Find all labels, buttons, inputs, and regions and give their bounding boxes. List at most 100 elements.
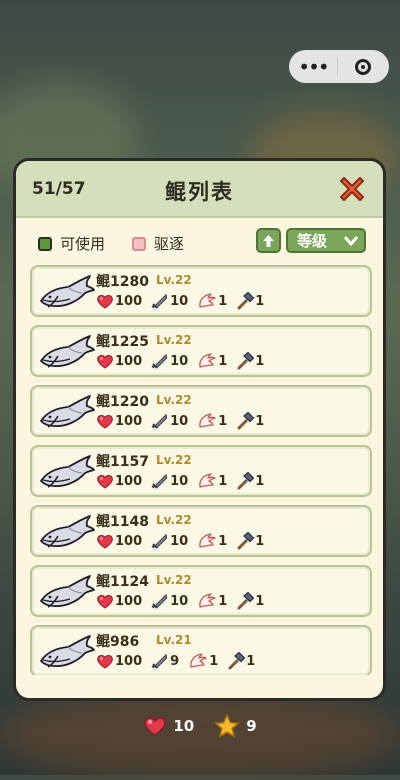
- close-icon: [340, 177, 364, 201]
- whale-stats: 100 9 1 1: [96, 652, 264, 670]
- whale-icon: [40, 635, 95, 668]
- whale-name: 鲲1225: [96, 334, 149, 350]
- speed-value: 1: [218, 593, 228, 609]
- whale-icon: [40, 275, 95, 308]
- hp-value: 100: [115, 353, 143, 369]
- speed-stat: 1: [197, 292, 227, 310]
- whale-card[interactable]: 鲲1148 Lv.22 100 10 1 1: [30, 505, 372, 557]
- attack-stat: 10: [151, 472, 188, 490]
- sword-icon: [151, 593, 168, 609]
- speed-stat: 1: [197, 592, 227, 610]
- sort-dropdown[interactable]: 等级: [286, 228, 366, 253]
- hammer-value: 1: [255, 593, 265, 609]
- wing-icon: [199, 473, 216, 488]
- hammer-icon: [237, 412, 255, 430]
- heart-icon: [97, 535, 113, 549]
- whale-level: Lv.21: [156, 633, 192, 647]
- whale-card[interactable]: 鲲1280 Lv.22 100 10 1 1: [30, 265, 372, 317]
- whale-stats: 100 10 1 1: [96, 292, 273, 310]
- expel-filter[interactable]: 驱逐: [132, 233, 184, 254]
- attack-value: 10: [170, 353, 189, 369]
- attack-value: 10: [170, 413, 189, 429]
- whale-name: 鲲1124: [96, 574, 149, 590]
- hammer-icon: [237, 472, 255, 490]
- hammer-value: 1: [255, 353, 265, 369]
- whale-card[interactable]: 鲲1124 Lv.22 100 10 1 1: [30, 565, 372, 617]
- hammer-value: 1: [255, 473, 265, 489]
- expel-checkbox[interactable]: [132, 236, 146, 251]
- attack-value: 9: [170, 653, 180, 669]
- miniprogram-capsule: •••: [289, 50, 389, 83]
- speed-stat: 1: [188, 652, 218, 670]
- whale-list[interactable]: 鲲1280 Lv.22 100 10 1 1 鲲1225 Lv.22 100 10 …: [30, 265, 372, 675]
- panel-header: 51/57 鲲列表: [16, 161, 383, 218]
- hp-stat: 100: [96, 413, 142, 429]
- whale-level: Lv.22: [156, 333, 192, 347]
- whale-stats: 100 10 1 1: [96, 412, 273, 430]
- sword-icon: [151, 533, 168, 549]
- heart-icon: [97, 415, 113, 429]
- hammer-value: 1: [255, 533, 265, 549]
- whale-name: 鲲1157: [96, 454, 149, 470]
- hp-value: 100: [115, 413, 143, 429]
- more-icon[interactable]: •••: [289, 57, 337, 77]
- hammer-icon: [237, 592, 255, 610]
- hp-stat: 100: [96, 653, 142, 669]
- whale-name: 鲲1280: [96, 274, 149, 290]
- whale-icon: [40, 455, 95, 488]
- chevron-down-icon: [344, 236, 358, 246]
- speed-stat: 1: [197, 472, 227, 490]
- hammer-stat: 1: [236, 592, 264, 610]
- whale-stats: 100 10 1 1: [96, 532, 273, 550]
- whale-stats: 100 10 1 1: [96, 472, 273, 490]
- target-icon[interactable]: [338, 58, 388, 75]
- sword-icon: [151, 473, 168, 489]
- whale-level: Lv.22: [156, 393, 192, 407]
- whale-icon: [40, 515, 95, 548]
- usable-checkbox[interactable]: [38, 236, 52, 251]
- whale-card[interactable]: 鲲1225 Lv.22 100 10 1 1: [30, 325, 372, 377]
- sword-icon: [151, 353, 168, 369]
- sort-order-button[interactable]: [256, 228, 281, 253]
- hp-stat: 100: [96, 353, 142, 369]
- hp-value: 100: [115, 533, 143, 549]
- hp-stat: 100: [96, 293, 142, 309]
- hp-stat: 100: [96, 533, 142, 549]
- hammer-value: 1: [246, 653, 256, 669]
- star-icon: [214, 713, 240, 737]
- speed-value: 1: [218, 473, 228, 489]
- attack-stat: 10: [151, 532, 188, 550]
- hammer-value: 1: [255, 293, 265, 309]
- hp-value: 100: [115, 593, 143, 609]
- whale-card[interactable]: 鲲986 Lv.21 100 9 1 1: [30, 625, 372, 675]
- hammer-icon: [228, 652, 246, 670]
- attack-stat: 10: [151, 412, 188, 430]
- whale-card[interactable]: 鲲1220 Lv.22 100 10 1 1: [30, 385, 372, 437]
- filter-bar: 可使用 驱逐 等级: [16, 218, 383, 266]
- whale-name: 鲲1148: [96, 514, 149, 530]
- hp-value: 100: [115, 653, 143, 669]
- hammer-stat: 1: [236, 412, 264, 430]
- whale-level: Lv.22: [156, 273, 192, 287]
- wing-icon: [199, 353, 216, 368]
- attack-value: 10: [170, 473, 189, 489]
- usable-filter[interactable]: 可使用: [38, 233, 105, 254]
- wing-icon: [199, 413, 216, 428]
- heart-icon: [97, 355, 113, 369]
- usable-label: 可使用: [60, 235, 106, 253]
- wing-icon: [199, 293, 216, 308]
- attack-value: 10: [170, 593, 189, 609]
- hp-stat: 100: [96, 473, 142, 489]
- speed-value: 1: [218, 293, 228, 309]
- heart-icon: [97, 655, 113, 669]
- wing-icon: [199, 593, 216, 608]
- hammer-stat: 1: [236, 292, 264, 310]
- whale-icon: [40, 575, 95, 608]
- speed-value: 1: [218, 413, 228, 429]
- stars-value: 9: [246, 717, 257, 735]
- close-button[interactable]: [335, 172, 369, 206]
- sort-label: 等级: [297, 232, 328, 250]
- speed-value: 1: [209, 653, 219, 669]
- speed-stat: 1: [197, 532, 227, 550]
- whale-card[interactable]: 鲲1157 Lv.22 100 10 1 1: [30, 445, 372, 497]
